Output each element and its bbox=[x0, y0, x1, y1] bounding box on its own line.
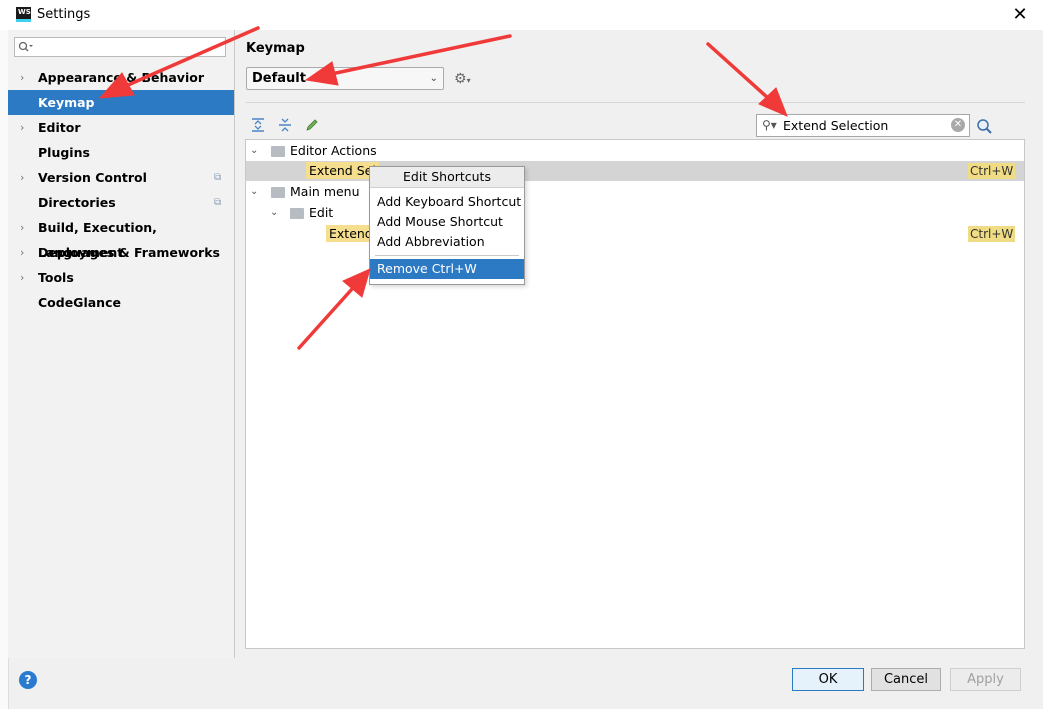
search-icon: ⚲▾ bbox=[762, 118, 777, 132]
keymap-scheme-select[interactable]: Default ⌄ bbox=[246, 67, 444, 90]
edit-shortcuts-context-menu: Edit Shortcuts Add Keyboard Shortcut Add… bbox=[369, 166, 525, 285]
sidebar-item-plugins[interactable]: Plugins bbox=[8, 140, 234, 165]
chevron-down-icon: ⌄ bbox=[270, 207, 279, 218]
sidebar-item-appearance-behavior[interactable]: › Appearance & Behavior bbox=[8, 65, 234, 90]
keymap-search-input[interactable]: ⚲▾ Extend Selection ✕ bbox=[756, 114, 970, 137]
collapse-all-icon[interactable] bbox=[277, 117, 293, 133]
sidebar-item-label: CodeGlance bbox=[38, 295, 121, 310]
search-icon bbox=[18, 41, 33, 52]
find-by-shortcut-icon[interactable] bbox=[975, 117, 993, 135]
folder-icon bbox=[290, 208, 304, 219]
sidebar-item-tools[interactable]: › Tools bbox=[8, 265, 234, 290]
project-scope-icon: ⧉ bbox=[214, 197, 222, 208]
clear-search-icon[interactable]: ✕ bbox=[951, 118, 965, 132]
annotation-arrow bbox=[706, 42, 788, 117]
divider bbox=[246, 102, 1025, 103]
help-icon[interactable]: ? bbox=[19, 671, 37, 689]
chevron-down-icon: ⌄ bbox=[429, 73, 438, 84]
settings-sidebar: › Appearance & Behavior Keymap › Editor … bbox=[8, 30, 235, 658]
shortcut-badge: Ctrl+W bbox=[968, 163, 1016, 179]
title-bar bbox=[0, 0, 1043, 30]
gear-icon[interactable]: ⚙▾ bbox=[454, 70, 476, 88]
menu-separator bbox=[375, 255, 519, 256]
tree-row-extend-selection-menu[interactable]: Extend Ctrl+W bbox=[246, 224, 1024, 244]
chevron-right-icon: › bbox=[20, 221, 25, 234]
keymap-search-value: Extend Selection bbox=[783, 118, 889, 133]
tree-row-main-menu[interactable]: ⌄ Main menu bbox=[246, 182, 1024, 202]
project-scope-icon: ⧉ bbox=[214, 172, 222, 183]
folder-icon bbox=[271, 146, 285, 157]
sidebar-item-build-execution-deployment[interactable]: › Build, Execution, Deployment bbox=[8, 215, 234, 260]
sidebar-item-label: Keymap bbox=[38, 95, 95, 110]
menu-item-add-abbreviation[interactable]: Add Abbreviation bbox=[370, 232, 524, 252]
sidebar-item-label: Directories bbox=[38, 195, 116, 210]
menu-folder-icon bbox=[271, 187, 285, 198]
expand-all-icon[interactable] bbox=[250, 117, 266, 133]
tree-node-label: Extend Sel bbox=[306, 162, 379, 179]
sidebar-item-label: Editor bbox=[38, 120, 81, 135]
chevron-right-icon: › bbox=[20, 121, 25, 134]
close-button[interactable]: ✕ bbox=[1009, 4, 1031, 26]
chevron-right-icon: › bbox=[20, 71, 25, 84]
keymap-select-value: Default bbox=[252, 71, 306, 86]
context-menu-title: Edit Shortcuts bbox=[370, 167, 524, 188]
edit-pencil-icon[interactable] bbox=[304, 117, 320, 133]
cancel-button[interactable]: Cancel bbox=[871, 668, 941, 691]
sidebar-item-editor[interactable]: › Editor bbox=[8, 115, 234, 140]
apply-button[interactable]: Apply bbox=[950, 668, 1021, 691]
chevron-right-icon: › bbox=[20, 171, 25, 184]
tree-node-label: Main menu bbox=[290, 184, 360, 199]
ok-button[interactable]: OK bbox=[792, 668, 864, 691]
sidebar-item-directories[interactable]: Directories ⧉ bbox=[8, 190, 234, 215]
chevron-right-icon: › bbox=[20, 271, 25, 284]
chevron-down-icon: ⌄ bbox=[250, 186, 259, 197]
app-logo-icon: WS bbox=[16, 7, 31, 22]
menu-item-add-keyboard-shortcut[interactable]: Add Keyboard Shortcut bbox=[370, 192, 524, 212]
tree-node-label: Edit bbox=[309, 205, 334, 220]
tree-row-editor-actions[interactable]: ⌄ Editor Actions bbox=[246, 141, 1024, 161]
tree-row-extend-selection[interactable]: Extend Sel Ctrl+W bbox=[246, 161, 1024, 181]
chevron-right-icon: › bbox=[20, 246, 25, 259]
keymap-tree: ⌄ Editor Actions Extend Sel Ctrl+W ⌄ Mai… bbox=[245, 139, 1025, 649]
sidebar-search-input[interactable] bbox=[14, 37, 226, 57]
tree-row-edit[interactable]: ⌄ Edit bbox=[246, 203, 1024, 223]
sidebar-item-label: Tools bbox=[38, 270, 74, 285]
sidebar-item-keymap[interactable]: Keymap bbox=[8, 90, 234, 115]
sidebar-item-version-control[interactable]: › Version Control ⧉ bbox=[8, 165, 234, 190]
sidebar-item-label: Languages & Frameworks bbox=[38, 245, 220, 260]
chevron-down-icon: ⌄ bbox=[250, 145, 259, 156]
sidebar-item-label: Plugins bbox=[38, 145, 90, 160]
sidebar-item-label: Appearance & Behavior bbox=[38, 70, 204, 85]
sidebar-item-languages-frameworks[interactable]: › Languages & Frameworks bbox=[8, 240, 234, 265]
menu-item-add-mouse-shortcut[interactable]: Add Mouse Shortcut bbox=[370, 212, 524, 232]
window-title: Settings bbox=[37, 7, 91, 22]
sidebar-item-label: Version Control bbox=[38, 170, 147, 185]
shortcut-badge: Ctrl+W bbox=[968, 226, 1016, 242]
page-title: Keymap bbox=[246, 41, 305, 56]
menu-item-remove-shortcut[interactable]: Remove Ctrl+W bbox=[370, 259, 524, 279]
tree-node-label: Editor Actions bbox=[290, 143, 377, 158]
sidebar-item-codeglance[interactable]: CodeGlance bbox=[8, 290, 234, 315]
